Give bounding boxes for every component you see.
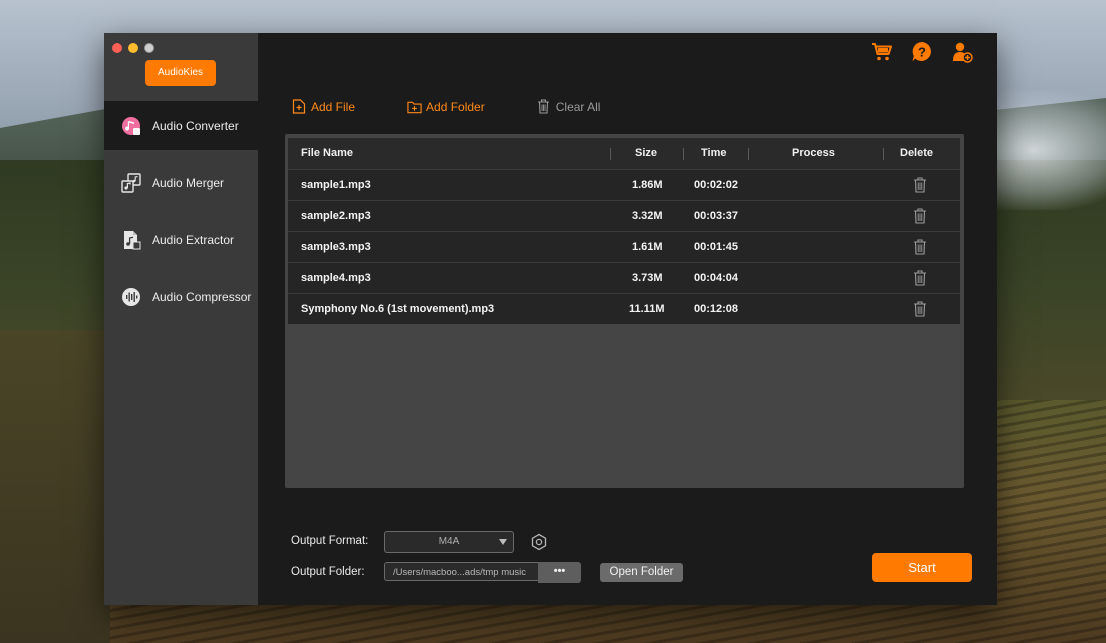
chevron-down-icon: [499, 539, 507, 545]
sidebar: AudioKies Audio Converter Audio Merger A…: [104, 33, 258, 605]
browse-folder-button[interactable]: •••: [538, 562, 581, 583]
column-header-size: Size: [635, 147, 658, 159]
sidebar-item-label: Audio Compressor: [152, 289, 252, 304]
file-plus-icon: [292, 99, 307, 114]
window-controls: [112, 43, 154, 53]
start-button[interactable]: Start: [872, 553, 972, 582]
file-time-cell: 00:01:45: [694, 241, 739, 253]
file-name-cell: sample1.mp3: [301, 179, 371, 191]
column-divider: [748, 148, 749, 160]
table-header: File Name Size Time Process Delete: [288, 138, 960, 169]
svg-text:?: ?: [918, 45, 926, 60]
output-folder-path-field[interactable]: /Users/macboo...ads/tmp music: [384, 562, 539, 581]
sidebar-item-label: Audio Converter: [152, 118, 239, 133]
file-size-cell: 3.32M: [632, 210, 663, 222]
file-time-cell: 00:02:02: [694, 179, 739, 191]
desktop-hill: [0, 330, 110, 643]
file-name-cell: sample3.mp3: [301, 241, 371, 253]
minimize-window-button[interactable]: [128, 43, 138, 53]
file-extract-icon: [120, 229, 142, 251]
delete-row-icon[interactable]: [913, 301, 927, 317]
delete-row-icon[interactable]: [913, 270, 927, 286]
column-header-file-name: File Name: [301, 147, 353, 159]
open-folder-button[interactable]: Open Folder: [600, 563, 683, 582]
table-row[interactable]: sample2.mp3 3.32M 00:03:37: [288, 200, 960, 231]
output-format-label: Output Format:: [291, 535, 369, 547]
column-divider: [683, 148, 684, 160]
file-name-cell: Symphony No.6 (1st movement).mp3: [301, 303, 495, 315]
column-divider: [610, 148, 611, 160]
output-format-select[interactable]: M4A: [384, 531, 514, 553]
user-add-icon[interactable]: [951, 41, 973, 63]
column-header-process: Process: [792, 147, 835, 159]
table-row[interactable]: sample4.mp3 3.73M 00:04:04: [288, 262, 960, 293]
close-window-button[interactable]: [112, 43, 122, 53]
music-note-pink-icon: [120, 115, 142, 137]
file-time-cell: 00:03:37: [694, 210, 739, 222]
file-toolbar: Add File Add Folder Clear All: [292, 99, 652, 114]
column-header-time: Time: [701, 147, 727, 159]
sidebar-item-label: Audio Extractor: [152, 232, 235, 247]
file-size-cell: 1.86M: [632, 179, 663, 191]
sidebar-item-audio-merger[interactable]: Audio Merger: [104, 158, 258, 207]
add-file-label: Add File: [311, 99, 356, 114]
output-folder-label: Output Folder:: [291, 566, 365, 578]
sidebar-item-audio-extractor[interactable]: Audio Extractor: [104, 215, 258, 264]
zoom-window-button[interactable]: [144, 43, 154, 53]
sidebar-item-audio-compressor[interactable]: Audio Compressor: [104, 272, 258, 321]
sidebar-item-label: Audio Merger: [152, 175, 225, 190]
trash-icon: [537, 99, 552, 114]
clear-all-button[interactable]: Clear All: [537, 99, 601, 114]
table-row[interactable]: sample3.mp3 1.61M 00:01:45: [288, 231, 960, 262]
music-files-icon: [120, 172, 142, 194]
file-table: File Name Size Time Process Delete sampl…: [285, 134, 964, 488]
add-folder-button[interactable]: Add Folder: [407, 99, 485, 114]
file-time-cell: 00:12:08: [694, 303, 739, 315]
waveform-icon: [120, 286, 142, 308]
file-size-cell: 1.61M: [632, 241, 663, 253]
file-time-cell: 00:04:04: [694, 272, 739, 284]
app-window: AudioKies Audio Converter Audio Merger A…: [104, 33, 997, 605]
add-folder-label: Add Folder: [426, 99, 485, 114]
sidebar-nav: Audio Converter Audio Merger Audio Extra…: [104, 101, 258, 329]
delete-row-icon[interactable]: [913, 239, 927, 255]
column-divider: [883, 148, 884, 160]
clear-all-label: Clear All: [555, 99, 601, 114]
sidebar-item-audio-converter[interactable]: Audio Converter: [104, 101, 258, 150]
help-icon[interactable]: ?: [911, 41, 933, 63]
file-name-cell: sample4.mp3: [301, 272, 371, 284]
brand-badge: AudioKies: [145, 60, 216, 86]
file-name-cell: sample2.mp3: [301, 210, 371, 222]
column-header-delete: Delete: [900, 147, 934, 159]
delete-row-icon[interactable]: [913, 208, 927, 224]
output-format-value: M4A: [438, 536, 460, 547]
add-file-button[interactable]: Add File: [292, 99, 355, 114]
settings-hexagon-icon[interactable]: [530, 533, 548, 551]
file-size-cell: 3.73M: [632, 272, 663, 284]
folder-plus-icon: [407, 99, 422, 114]
delete-row-icon[interactable]: [913, 177, 927, 193]
cart-icon[interactable]: [871, 41, 893, 63]
header-icons: ?: [871, 41, 973, 63]
table-row[interactable]: sample1.mp3 1.86M 00:02:02: [288, 169, 960, 200]
file-size-cell: 11.11M: [629, 303, 665, 315]
table-row[interactable]: Symphony No.6 (1st movement).mp3 11.11M …: [288, 293, 960, 324]
